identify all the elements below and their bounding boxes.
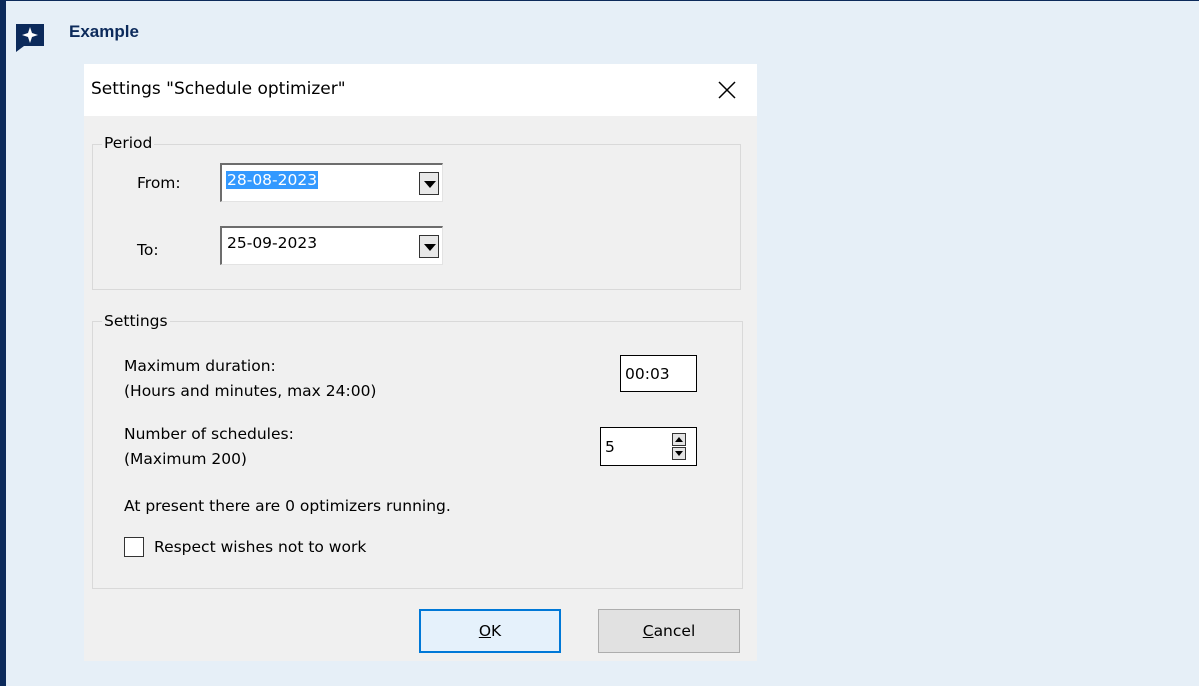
to-date-value[interactable]: 25-09-2023 xyxy=(226,234,318,252)
ok-button[interactable]: OK xyxy=(419,609,561,653)
num-schedules-label: Number of schedules: xyxy=(124,425,294,443)
dialog-title: Settings "Schedule optimizer" xyxy=(91,79,346,99)
close-icon xyxy=(718,81,736,99)
settings-dialog: Settings "Schedule optimizer" Period Fro… xyxy=(84,64,757,661)
from-date-combo[interactable]: 28-08-2023 xyxy=(220,163,443,202)
settings-legend: Settings xyxy=(102,312,170,330)
callout-title: Example xyxy=(69,22,139,41)
cancel-label-rest: ancel xyxy=(653,622,696,640)
chevron-down-icon xyxy=(424,181,436,188)
spin-up-button[interactable] xyxy=(672,433,686,446)
ok-label-rest: K xyxy=(491,622,502,640)
max-duration-value[interactable]: 00:03 xyxy=(625,365,670,383)
sparkle-icon xyxy=(16,24,44,52)
from-date-value[interactable]: 28-08-2023 xyxy=(226,171,319,189)
from-date-dropdown-button[interactable] xyxy=(419,172,439,195)
from-label: From: xyxy=(137,174,181,192)
cancel-mnemonic: C xyxy=(642,622,654,640)
num-schedules-hint: (Maximum 200) xyxy=(124,450,247,468)
spin-down-button[interactable] xyxy=(672,447,686,460)
dialog-titlebar: Settings "Schedule optimizer" xyxy=(84,64,757,116)
respect-wishes-label[interactable]: Respect wishes not to work xyxy=(154,538,366,556)
to-date-dropdown-button[interactable] xyxy=(419,235,439,258)
respect-wishes-checkbox[interactable] xyxy=(124,537,144,557)
num-schedules-stepper[interactable]: 5 xyxy=(600,427,697,466)
to-date-combo[interactable]: 25-09-2023 xyxy=(220,226,443,265)
cancel-button[interactable]: Cancel xyxy=(598,609,740,653)
to-label: To: xyxy=(137,241,159,259)
period-legend: Period xyxy=(102,134,155,152)
max-duration-label: Maximum duration: xyxy=(124,357,276,375)
max-duration-input[interactable]: 00:03 xyxy=(620,355,697,392)
example-callout: Example Settings "Schedule optimizer" Pe… xyxy=(0,0,1199,686)
close-button[interactable] xyxy=(707,74,747,106)
num-schedules-value[interactable]: 5 xyxy=(605,438,615,456)
optimizer-status-text: At present there are 0 optimizers runnin… xyxy=(124,497,451,515)
ok-mnemonic: O xyxy=(478,622,492,640)
chevron-down-icon xyxy=(424,244,436,251)
max-duration-hint: (Hours and minutes, max 24:00) xyxy=(124,382,377,400)
